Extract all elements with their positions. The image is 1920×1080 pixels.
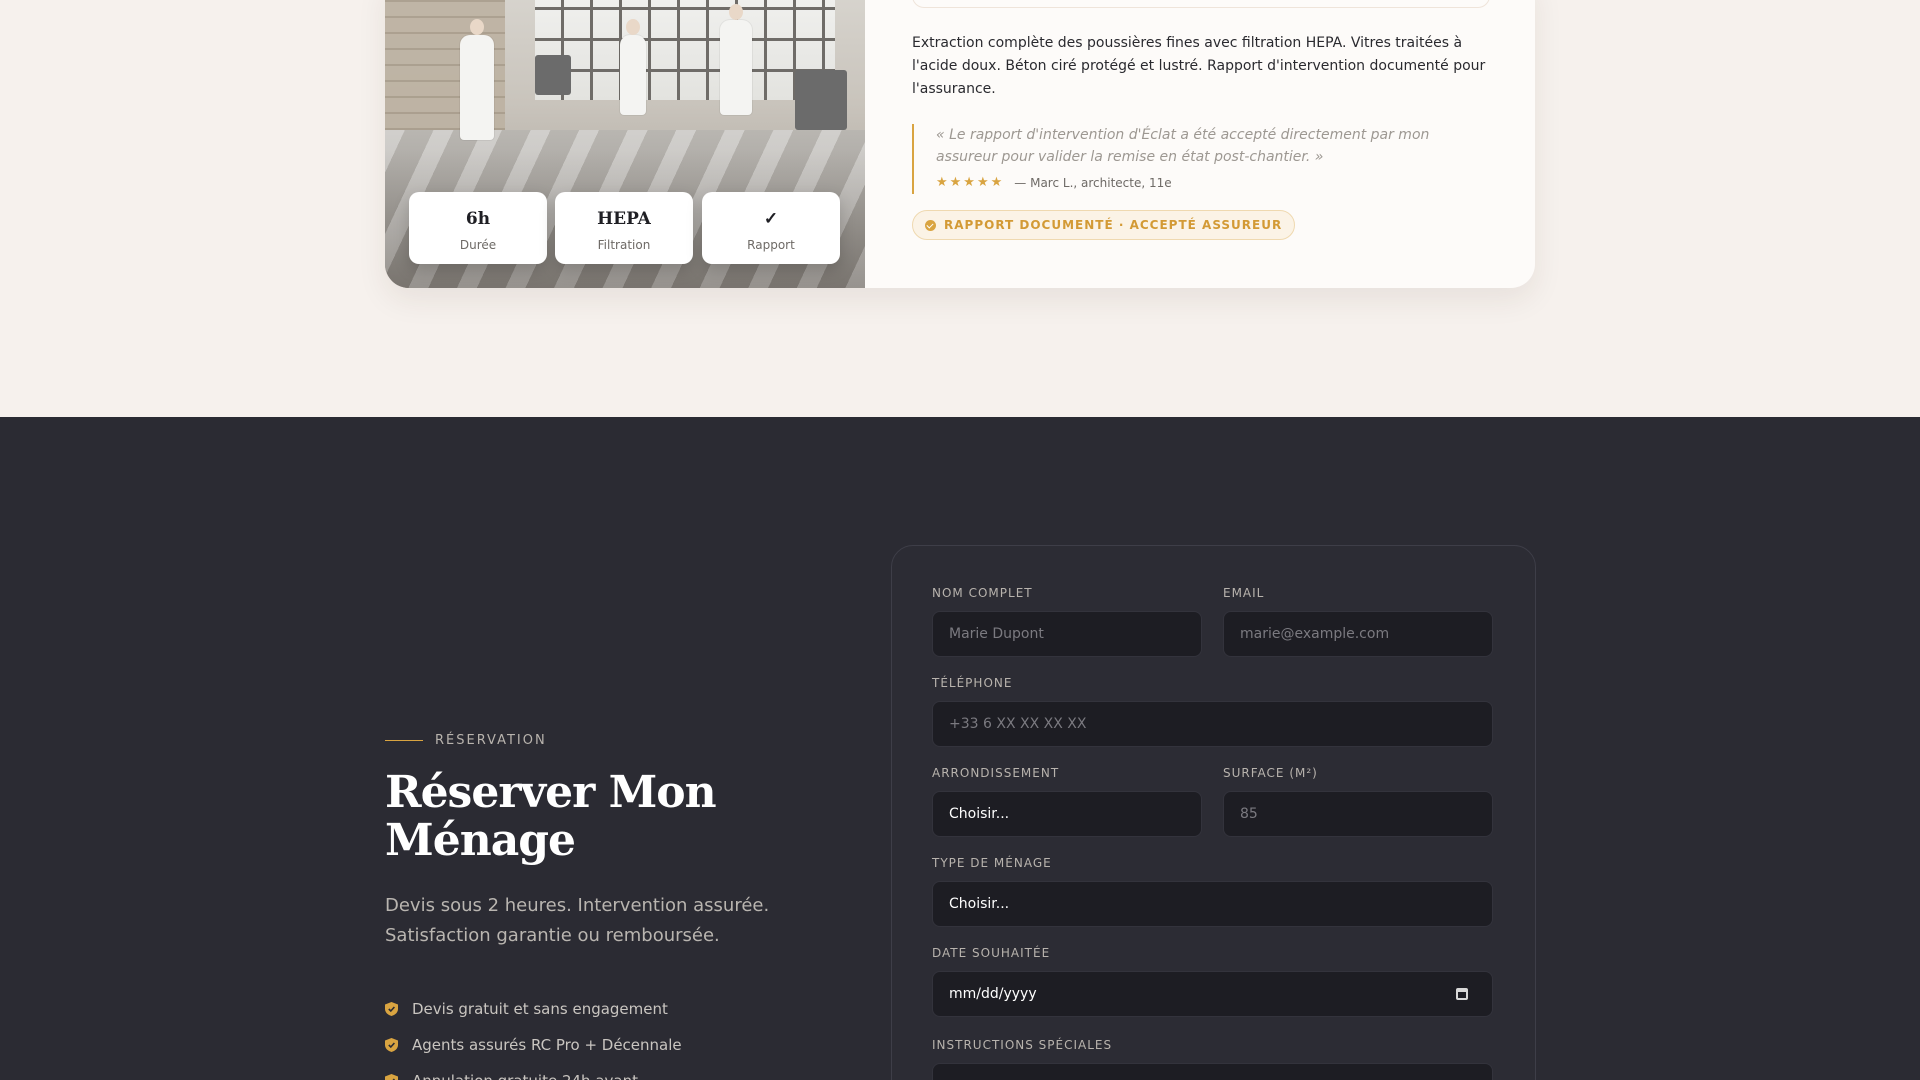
stat-label: Rapport (747, 238, 795, 252)
booking-section: RÉSERVATION Réserver Mon Ménage Devis so… (0, 417, 1920, 1080)
surface-label: SURFACE (M²) (1223, 766, 1318, 780)
insurance-badge: RAPPORT DOCUMENTÉ · ACCEPTÉ ASSUREUR (912, 210, 1296, 240)
email-input[interactable] (1223, 611, 1493, 657)
cleaning-type-select-value: Choisir... (949, 896, 1010, 912)
perk-label: Devis gratuit et sans engagement (412, 1000, 668, 1018)
testimonial-meta: ★★★★★ — Marc L., architecte, 11e (936, 175, 1492, 190)
district-select-value: Choisir... (949, 806, 1010, 822)
perk-label: Agents assurés RC Pro + Décennale (412, 1036, 682, 1054)
shield-check-icon (385, 1038, 398, 1052)
date-input[interactable]: mm/dd/yyyy (932, 971, 1493, 1017)
date-label: DATE SOUHAITÉE (932, 946, 1051, 960)
booking-subtitle: Devis sous 2 heures. Intervention assuré… (385, 895, 770, 946)
stat-chip-report: ✓ Rapport (702, 192, 840, 264)
cleaning-type-select[interactable]: Choisir... (932, 881, 1493, 927)
case-study-description: Extraction complète des poussières fines… (912, 35, 1486, 97)
perk-label: Annulation gratuite 24h avant (412, 1072, 638, 1080)
booking-eyebrow: RÉSERVATION (385, 733, 547, 748)
testimonial-text: « Le rapport d'intervention d'Éclat a ét… (936, 127, 1430, 165)
name-label: NOM COMPLET (932, 586, 1033, 600)
stat-label: Durée (459, 238, 497, 252)
date-input-placeholder: mm/dd/yyyy (949, 986, 1037, 1002)
booking-form: NOM COMPLET EMAIL TÉLÉPHONE ARRONDISSEME… (891, 545, 1536, 1080)
stat-value: ✓ (763, 209, 779, 229)
stat-label: Filtration (597, 238, 651, 252)
perk-item: Devis gratuit et sans engagement (385, 991, 682, 1027)
shield-check-icon (385, 1074, 398, 1080)
instructions-textarea[interactable] (932, 1063, 1493, 1080)
booking-title: Réserver Mon Ménage (385, 767, 717, 866)
name-input[interactable] (932, 611, 1202, 657)
shield-check-icon (385, 1002, 398, 1016)
star-rating-icon: ★★★★★ (936, 175, 1005, 190)
district-select[interactable]: Choisir... (932, 791, 1202, 837)
perk-item: Agents assurés RC Pro + Décennale (385, 1027, 682, 1063)
insurance-badge-label: RAPPORT DOCUMENTÉ · ACCEPTÉ ASSUREUR (944, 218, 1283, 232)
case-study-top-border (912, 0, 1490, 8)
stat-chip-filtration: HEPA Filtration (555, 192, 693, 264)
stat-value: HEPA (597, 209, 651, 229)
cleaning-type-label: TYPE DE MÉNAGE (932, 856, 1052, 870)
case-study-card: 6h Durée HEPA Filtration ✓ Rapport Extra… (385, 0, 1535, 288)
phone-label: TÉLÉPHONE (932, 676, 1013, 690)
stat-value: 6h (465, 209, 491, 229)
perk-item: Annulation gratuite 24h avant (385, 1063, 682, 1080)
eyebrow-line (385, 740, 423, 741)
instructions-label: INSTRUCTIONS SPÉCIALES (932, 1038, 1113, 1052)
booking-perks-list: Devis gratuit et sans engagement Agents … (385, 991, 682, 1080)
eyebrow-label: RÉSERVATION (435, 733, 547, 748)
case-study-photo: 6h Durée HEPA Filtration ✓ Rapport (385, 0, 865, 288)
testimonial-quote: « Le rapport d'intervention d'Éclat a ét… (912, 124, 1492, 194)
surface-input[interactable] (1223, 791, 1493, 837)
phone-input[interactable] (932, 701, 1493, 747)
email-label: EMAIL (1223, 586, 1265, 600)
check-circle-icon (925, 219, 936, 231)
calendar-icon[interactable] (1456, 988, 1468, 1000)
case-study-section: 6h Durée HEPA Filtration ✓ Rapport Extra… (0, 0, 1920, 417)
testimonial-author: — Marc L., architecte, 11e (1014, 175, 1172, 190)
district-label: ARRONDISSEMENT (932, 766, 1060, 780)
stat-chip-duration: 6h Durée (409, 192, 547, 264)
